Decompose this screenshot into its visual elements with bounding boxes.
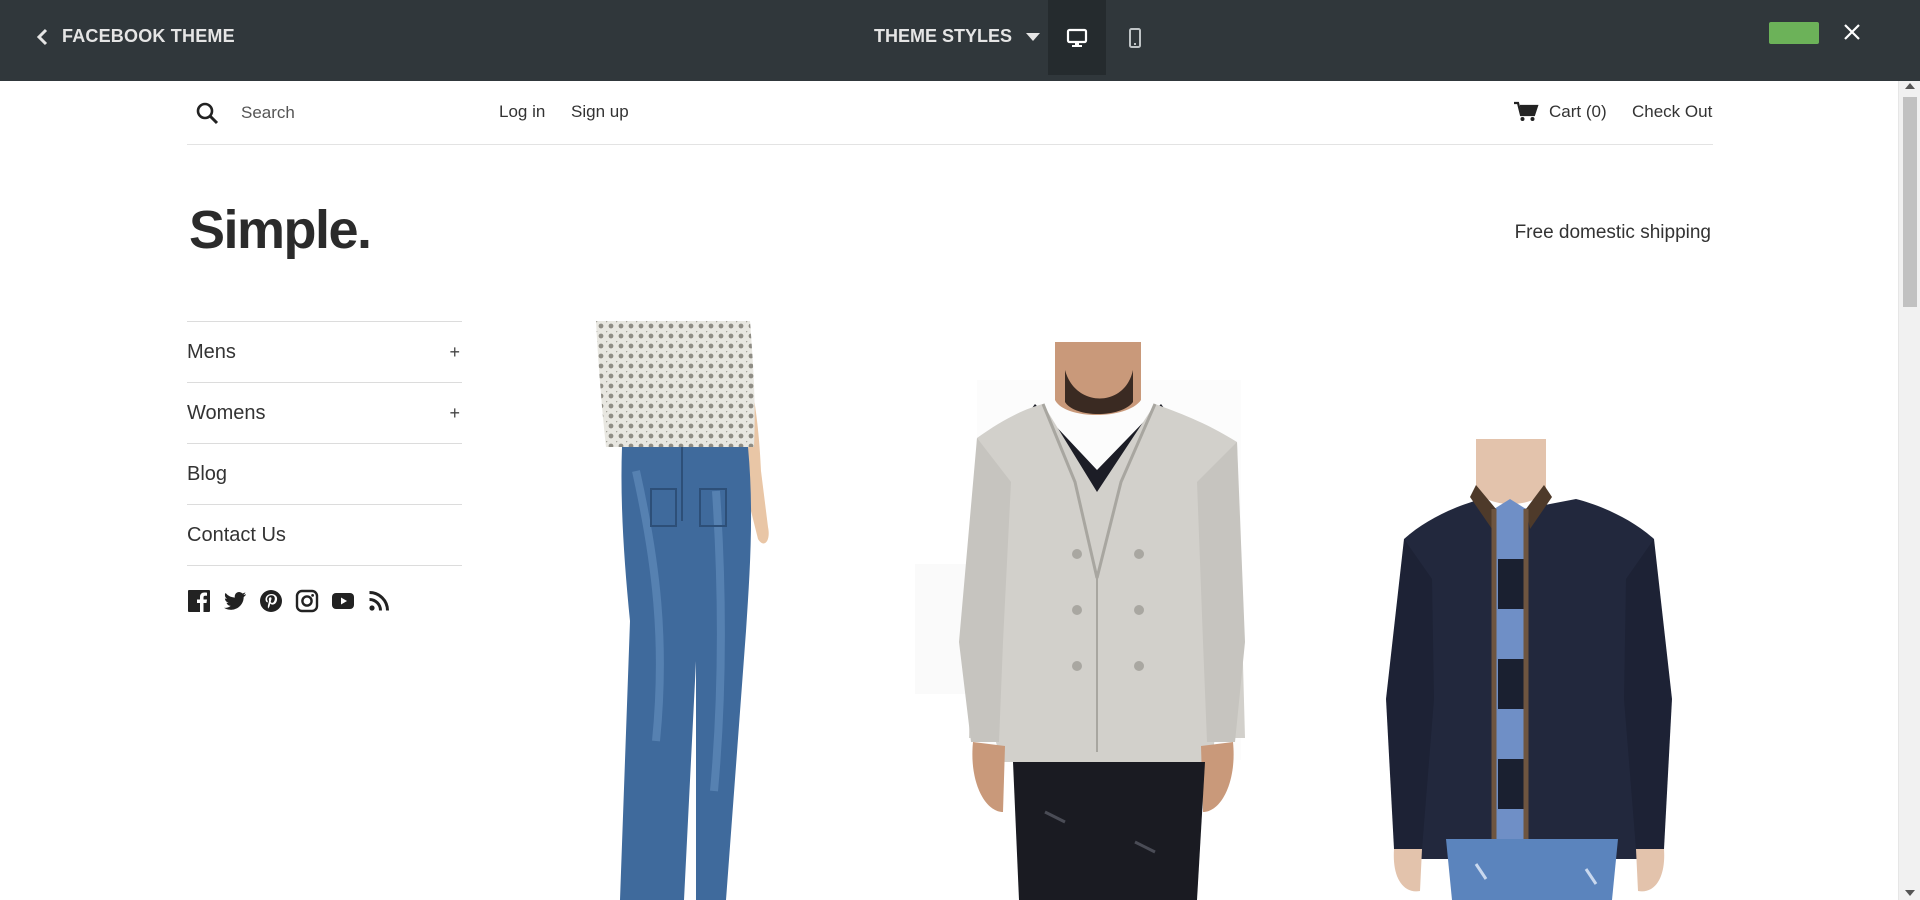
- product-image-lace-top-jeans[interactable]: [596, 321, 806, 900]
- signup-link[interactable]: Sign up: [571, 102, 629, 122]
- twitter-icon[interactable]: [223, 589, 247, 613]
- checkout-link[interactable]: Check Out: [1632, 102, 1712, 122]
- desktop-view-button[interactable]: [1048, 0, 1106, 75]
- expand-icon[interactable]: +: [449, 403, 462, 424]
- login-link[interactable]: Log in: [499, 102, 545, 122]
- scrollbar-thumb[interactable]: [1903, 97, 1917, 307]
- pinterest-icon[interactable]: [259, 589, 283, 613]
- facebook-icon[interactable]: [187, 589, 211, 613]
- publish-button[interactable]: [1769, 22, 1819, 44]
- search-input[interactable]: [241, 101, 461, 125]
- desktop-icon: [1066, 28, 1088, 47]
- rss-icon[interactable]: [367, 589, 391, 613]
- close-icon[interactable]: [1840, 20, 1864, 44]
- product-image-navy-jacket[interactable]: [1386, 439, 1672, 900]
- sidebar-item-mens[interactable]: Mens +: [187, 322, 462, 383]
- sidebar-item-label: Mens: [187, 340, 236, 363]
- chevron-left-icon: [36, 28, 48, 45]
- mobile-icon: [1129, 27, 1141, 48]
- chevron-down-icon: [1026, 32, 1041, 41]
- shipping-note: Free domestic shipping: [1514, 222, 1711, 243]
- store-logo[interactable]: Simple.: [189, 199, 372, 261]
- product-image-stone-jacket[interactable]: [915, 342, 1245, 900]
- sidebar-item-label: Contact Us: [187, 523, 286, 546]
- youtube-icon[interactable]: [331, 589, 355, 613]
- sidebar-menu: Mens + Womens + Blog Contact Us: [187, 321, 462, 566]
- scroll-up-arrow-icon[interactable]: [1905, 83, 1915, 89]
- social-links: [187, 589, 391, 613]
- mobile-view-button[interactable]: [1106, 0, 1164, 75]
- sidebar-item-label: Womens: [187, 401, 266, 424]
- back-label: FACEBOOK THEME: [62, 26, 235, 46]
- cart-link[interactable]: Cart (0): [1549, 102, 1607, 122]
- theme-editor-bar: FACEBOOK THEME THEME STYLES: [0, 0, 1920, 81]
- expand-icon[interactable]: +: [449, 342, 462, 363]
- sidebar-item-contact-us[interactable]: Contact Us: [187, 505, 462, 566]
- sidebar-item-womens[interactable]: Womens +: [187, 383, 462, 444]
- instagram-icon[interactable]: [295, 589, 319, 613]
- scroll-down-arrow-icon[interactable]: [1905, 890, 1915, 896]
- sidebar-item-label: Blog: [187, 462, 228, 485]
- theme-styles-label: THEME STYLES: [874, 26, 1013, 46]
- page-scrollbar[interactable]: [1898, 81, 1920, 900]
- cart-icon[interactable]: [1513, 101, 1539, 123]
- utility-bar: Log in Sign up Cart (0) Check Out: [187, 81, 1713, 145]
- search-icon[interactable]: [195, 101, 219, 125]
- back-to-theme-button[interactable]: FACEBOOK THEME: [36, 26, 235, 47]
- sidebar-item-blog[interactable]: Blog: [187, 444, 462, 505]
- theme-styles-dropdown[interactable]: THEME STYLES: [874, 26, 1041, 47]
- store-preview: Log in Sign up Cart (0) Check Out Simple…: [0, 81, 1898, 900]
